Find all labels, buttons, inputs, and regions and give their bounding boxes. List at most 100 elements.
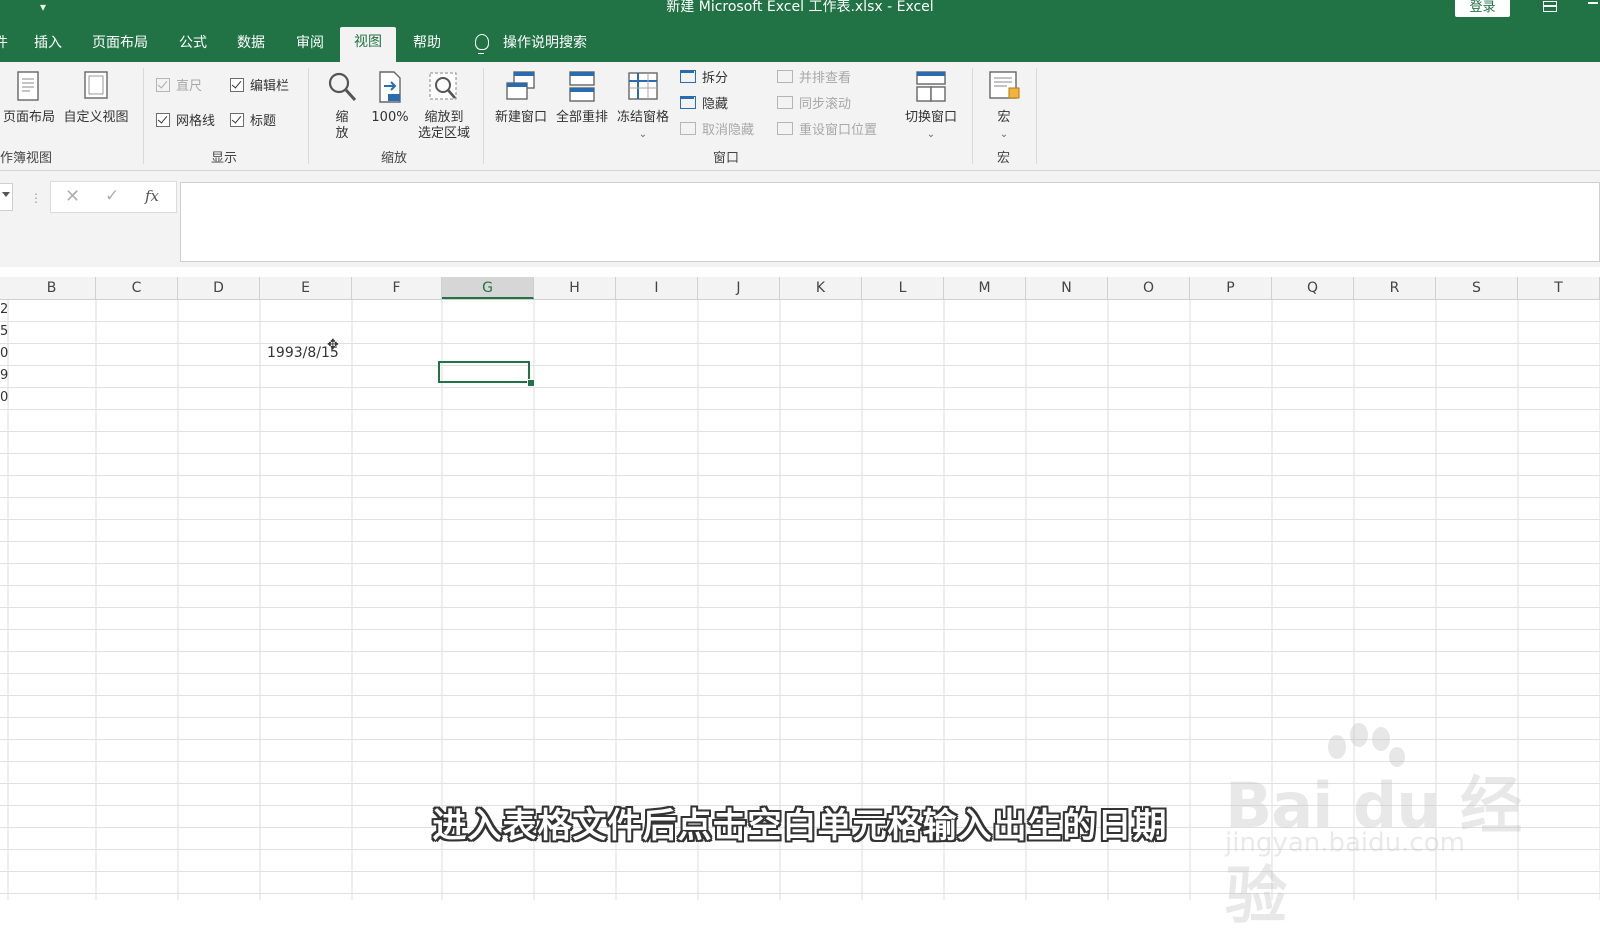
side-by-side-label: 并排查看 (799, 71, 852, 86)
ribbon-display-options-icon[interactable] (1540, 0, 1560, 14)
formula-bar-check-icon (230, 78, 244, 92)
tab-view[interactable]: 视图 (340, 27, 396, 62)
column-header-i[interactable]: I (616, 277, 698, 299)
tab-data[interactable]: 数据 (237, 28, 265, 62)
formula-bar-area: ⋮ ✕ ✓ fx (0, 171, 1600, 267)
column-header-l[interactable]: L (862, 277, 944, 299)
cell-a4-fragment: 9 (0, 368, 9, 383)
zoom-label-line1: 缩 (335, 110, 349, 125)
formula-bar-checkbox[interactable]: 编辑栏 (230, 78, 289, 95)
column-header-q[interactable]: Q (1272, 277, 1354, 299)
page-layout-view-button[interactable]: 页面布局 (0, 70, 58, 126)
tab-insert[interactable]: 插入 (34, 28, 62, 62)
group-label-zoom: 缩放 (381, 151, 408, 166)
login-button[interactable]: 登录 (1455, 0, 1510, 17)
column-header-p[interactable]: P (1190, 277, 1272, 299)
column-header-j[interactable]: J (698, 277, 780, 299)
arrange-all-label: 全部重排 (555, 110, 608, 125)
fill-handle[interactable] (527, 379, 535, 387)
column-header-t[interactable]: T (1518, 277, 1600, 299)
column-headers: BCDEFGHIJKLMNOPQRST (0, 277, 1600, 300)
arrange-all-icon (569, 71, 595, 102)
column-header-o[interactable]: O (1108, 277, 1190, 299)
new-window-icon (506, 71, 535, 100)
name-box[interactable] (0, 183, 13, 211)
group-separator (143, 68, 144, 164)
zoom-to-selection-button[interactable]: 缩放到 选定区域 (412, 70, 476, 142)
zoom-button[interactable]: 缩 放 (322, 70, 362, 142)
macros-button[interactable]: 宏 ⌄ (982, 70, 1026, 143)
tab-help[interactable]: 帮助 (413, 28, 441, 62)
cell-a3-fragment: 0 (0, 346, 9, 361)
gridlines-checkbox[interactable]: 网格线 (156, 113, 215, 130)
freeze-panes-label: 冻结窗格 (616, 110, 669, 125)
view-side-by-side-button[interactable]: 并排查看 (777, 70, 851, 87)
reset-position-icon (777, 122, 793, 135)
page-layout-label: 页面布局 (2, 110, 55, 125)
hide-button[interactable]: 隐藏 (680, 96, 728, 113)
reset-window-position-button[interactable]: 重设窗口位置 (777, 122, 877, 139)
new-window-label: 新建窗口 (494, 110, 547, 125)
enter-entry-icon[interactable]: ✓ (105, 186, 119, 206)
column-header-r[interactable]: R (1354, 277, 1436, 299)
tab-page-layout[interactable]: 页面布局 (92, 28, 148, 62)
custom-views-button[interactable]: 自定义视图 (60, 70, 132, 126)
magnifier-icon (328, 72, 357, 102)
arrange-all-button[interactable]: 全部重排 (553, 70, 611, 126)
switch-windows-dropdown-icon: ⌄ (926, 129, 936, 140)
formula-input[interactable] (180, 182, 1600, 262)
window-title: 新建 Microsoft Excel 工作表.xlsx - Excel (666, 0, 934, 15)
title-bar: ▾ 新建 Microsoft Excel 工作表.xlsx - Excel 登录… (0, 0, 1600, 62)
tab-review[interactable]: 审阅 (296, 28, 324, 62)
column-header-d[interactable]: D (178, 277, 260, 299)
side-by-side-icon (777, 70, 793, 83)
freeze-panes-button[interactable]: 冻结窗格 ⌄ (613, 70, 673, 143)
custom-views-icon (84, 71, 108, 99)
cell-a1-fragment: 2 (0, 302, 9, 317)
insert-function-button[interactable]: fx (145, 187, 159, 205)
column-header-c[interactable]: C (96, 277, 178, 299)
minimize-icon[interactable] (1588, 2, 1598, 4)
column-header-k[interactable]: K (780, 277, 862, 299)
column-header-b[interactable]: B (8, 277, 96, 299)
tab-file[interactable]: 件 (0, 28, 8, 62)
cancel-entry-icon[interactable]: ✕ (65, 186, 80, 207)
column-header-m[interactable]: M (944, 277, 1026, 299)
group-label-workbook-views: 作簿视图 (0, 151, 53, 166)
gridlines-label: 网格线 (176, 114, 216, 129)
cell-a5-fragment: 0 (0, 390, 9, 405)
tab-formulas[interactable]: 公式 (179, 28, 207, 62)
name-box-dropdown-icon[interactable] (2, 192, 10, 197)
page-layout-icon (17, 71, 39, 101)
gridlines-check-icon (156, 113, 170, 127)
column-header-f[interactable]: F (352, 277, 442, 299)
headings-checkbox[interactable]: 标题 (230, 113, 276, 130)
unhide-button[interactable]: 取消隐藏 (680, 122, 754, 139)
headings-check-icon (230, 113, 244, 127)
ribbon: 页面布局 自定义视图 作簿视图 直尺 编辑栏 网格线 标题 显示 缩 放 100… (0, 62, 1600, 171)
freeze-panes-dropdown-icon: ⌄ (638, 129, 648, 140)
formula-bar-resize-handle[interactable]: ⋮ (30, 191, 42, 205)
column-header-e[interactable]: E (260, 277, 352, 299)
active-cell-g4[interactable] (438, 361, 530, 383)
tell-me-search[interactable]: 操作说明搜索 (475, 28, 587, 62)
column-header-h[interactable]: H (534, 277, 616, 299)
formula-bar-buttons: ✕ ✓ fx (50, 181, 177, 213)
new-window-button[interactable]: 新建窗口 (492, 70, 550, 126)
macros-icon (989, 71, 1020, 99)
column-header-n[interactable]: N (1026, 277, 1108, 299)
synchronous-scrolling-button[interactable]: 同步滚动 (777, 96, 851, 113)
group-label-macros: 宏 (997, 151, 1011, 166)
group-separator (308, 68, 309, 164)
group-separator (483, 68, 484, 164)
column-header-g[interactable]: G (442, 277, 534, 299)
zoom-100-button[interactable]: 100% (368, 70, 412, 126)
column-header-s[interactable]: S (1436, 277, 1518, 299)
switch-windows-button[interactable]: 切换窗口 ⌄ (898, 70, 964, 143)
switch-windows-icon (916, 71, 946, 102)
split-button[interactable]: 拆分 (680, 70, 728, 87)
hide-icon (680, 96, 696, 109)
ruler-checkbox[interactable]: 直尺 (156, 78, 202, 95)
split-label: 拆分 (702, 71, 729, 86)
zoom-selection-icon (429, 72, 457, 100)
